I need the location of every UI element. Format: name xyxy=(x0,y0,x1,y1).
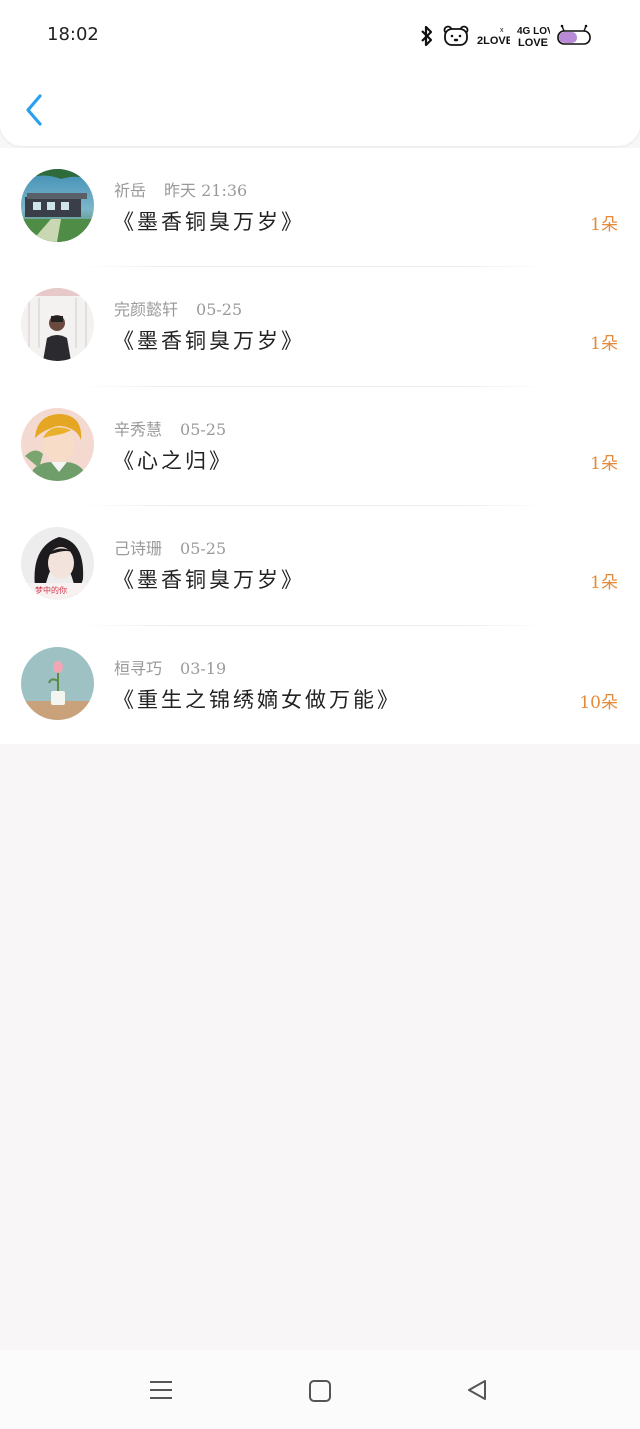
svg-text:梦中的你: 梦中的你 xyxy=(35,585,67,595)
flower-count: 1朵 xyxy=(590,573,618,594)
sent-time: 05-25 xyxy=(180,419,227,439)
list-item[interactable]: 完颜懿轩 05-25 《墨香铜臭万岁》 1朵 xyxy=(0,267,640,387)
sender-name: 辛秀慧 xyxy=(114,419,163,439)
book-title: 《墨香铜臭万岁》 xyxy=(113,329,305,354)
avatar xyxy=(21,288,94,362)
flower-count: 10朵 xyxy=(579,692,618,713)
sent-time: 昨天 21:36 xyxy=(164,181,248,200)
status-time: 18:02 xyxy=(47,24,99,45)
bluetooth-icon xyxy=(421,25,433,47)
book-title: 《重生之锦绣嫡女做万能》 xyxy=(113,687,401,712)
menu-icon[interactable] xyxy=(146,1376,176,1406)
bear-sticker-icon xyxy=(443,25,469,46)
item-meta: 己诗珊 05-25 xyxy=(114,535,226,559)
avatar xyxy=(21,169,94,242)
top-bar: 18:02 2LOVE x 4G LOVE LOVE xyxy=(0,0,640,146)
svg-text:x: x xyxy=(500,27,504,34)
svg-text:2LOVE: 2LOVE xyxy=(477,35,510,47)
avatar xyxy=(21,646,94,720)
sender-name: 己诗珊 xyxy=(114,539,163,559)
item-meta: 完颜懿轩 05-25 xyxy=(114,296,242,320)
flower-count: 1朵 xyxy=(590,215,618,235)
list-item[interactable]: 梦中的你 己诗珊 05-25 《墨香铜臭万岁》 1朵 xyxy=(0,506,640,626)
item-meta: 祈岳 昨天 21:36 xyxy=(114,177,247,201)
love-signal-icon: 2LOVE x xyxy=(477,27,510,47)
book-title: 《心之归》 xyxy=(113,448,233,473)
sender-name: 完颜懿轩 xyxy=(114,300,179,320)
list-item[interactable]: 辛秀慧 05-25 《心之归》 1朵 xyxy=(0,387,640,507)
list-item[interactable]: 桓寻巧 03-19 《重生之锦绣嫡女做万能》 10朵 xyxy=(0,626,640,745)
status-icons: 2LOVE x 4G LOVE LOVE xyxy=(418,22,594,50)
chevron-left-icon xyxy=(26,94,42,126)
list-item[interactable]: 祈岳 昨天 21:36 《墨香铜臭万岁》 1朵 xyxy=(0,148,640,268)
love-4g-icon: 4G LOVE LOVE xyxy=(517,26,550,49)
svg-text:4G LOVE: 4G LOVE xyxy=(517,26,550,37)
back-button[interactable] xyxy=(20,92,50,128)
sender-name: 祈岳 xyxy=(114,181,147,200)
avatar: 梦中的你 xyxy=(21,527,94,601)
sent-time: 03-19 xyxy=(180,658,227,678)
avatar xyxy=(21,407,94,481)
item-meta: 辛秀慧 05-25 xyxy=(114,416,226,440)
sent-time: 05-25 xyxy=(180,539,227,559)
flower-count: 1朵 xyxy=(590,334,618,355)
sent-time: 05-25 xyxy=(196,300,243,320)
sender-name: 桓寻巧 xyxy=(114,658,163,678)
battery-icon xyxy=(557,24,591,45)
svg-text:LOVE: LOVE xyxy=(518,37,548,49)
item-meta: 桓寻巧 03-19 xyxy=(114,655,226,679)
system-nav-bar xyxy=(0,1350,640,1429)
back-triangle-icon[interactable] xyxy=(463,1376,493,1406)
flower-count: 1朵 xyxy=(590,453,618,474)
book-title: 《墨香铜臭万岁》 xyxy=(113,568,305,593)
gift-list: 祈岳 昨天 21:36 《墨香铜臭万岁》 1朵 完颜懿轩 05-25 《墨香铜臭万岁… xyxy=(0,148,640,744)
book-title: 《墨香铜臭万岁》 xyxy=(113,210,305,234)
home-square-icon[interactable] xyxy=(305,1376,335,1406)
